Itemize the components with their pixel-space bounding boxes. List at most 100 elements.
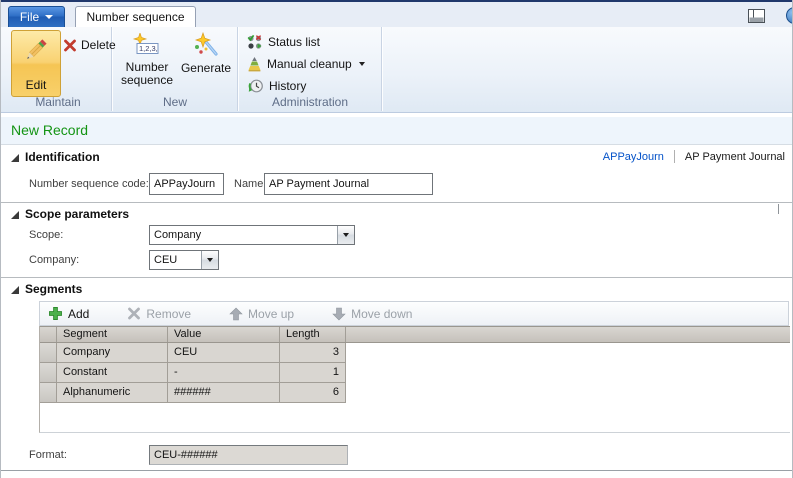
move-down-button[interactable]: Move down <box>332 307 412 321</box>
help-icon[interactable] <box>786 7 793 24</box>
company-dropdown-value: CEU <box>150 254 201 266</box>
column-header-filler <box>346 327 790 342</box>
ribbon-group-administration: Status list Manual cleanup <box>239 27 382 111</box>
section-title-segments: Segments <box>25 282 82 296</box>
number-sequence-window: File Number sequence <box>0 0 793 478</box>
scope-dropdown[interactable]: Company <box>149 225 355 245</box>
segments-toolbar: Add Remove Move up <box>39 301 789 326</box>
row-selector[interactable] <box>40 383 57 403</box>
add-plus-icon <box>48 306 63 321</box>
row-selector[interactable] <box>40 343 57 363</box>
new-record-text: New Record <box>11 122 88 138</box>
row-selector[interactable] <box>40 363 57 383</box>
generate-button-label: Generate <box>181 62 231 75</box>
ribbon: Edit Delete Maintain 1,2,3, <box>1 27 792 113</box>
window-layout-icon[interactable] <box>748 9 765 23</box>
file-menu-button[interactable]: File <box>8 6 65 28</box>
remove-x-icon <box>127 307 141 320</box>
delete-button[interactable]: Delete <box>63 36 116 54</box>
number-sequence-code-label: Number sequence code: <box>29 173 149 195</box>
remove-button[interactable]: Remove <box>127 307 191 321</box>
delete-x-icon <box>63 39 77 52</box>
add-button-label: Add <box>68 307 89 321</box>
edit-button[interactable]: Edit <box>11 30 61 97</box>
cell-value[interactable]: CEU <box>168 343 280 363</box>
status-list-button[interactable]: Status list <box>247 33 320 51</box>
chevron-down-icon <box>359 62 365 66</box>
section-separator <box>1 277 792 278</box>
section-header-scope: Scope parameters <box>1 206 792 224</box>
group-label-new: New <box>113 95 237 109</box>
form-bottom-border <box>1 470 792 471</box>
divider <box>674 150 675 163</box>
delete-button-label: Delete <box>81 38 116 52</box>
segments-grid-header: Segment Value Length <box>40 326 790 343</box>
number-sequence-icon: 1,2,3, <box>132 33 162 58</box>
format-field: CEU-###### <box>149 445 348 465</box>
form-body: New Record Identification APPayJourn AP … <box>1 113 792 478</box>
tab-number-sequence[interactable]: Number sequence <box>75 6 196 29</box>
record-name-text: AP Payment Journal <box>685 151 785 163</box>
ribbon-group-maintain: Edit Delete Maintain <box>5 27 112 111</box>
history-button[interactable]: History <box>247 77 306 95</box>
move-up-button[interactable]: Move up <box>229 307 294 321</box>
group-label-maintain: Maintain <box>5 95 111 109</box>
name-input[interactable]: AP Payment Journal <box>264 173 433 195</box>
record-code-link[interactable]: APPayJourn <box>603 151 664 163</box>
manual-cleanup-button[interactable]: Manual cleanup <box>247 55 365 73</box>
company-dropdown[interactable]: CEU <box>149 250 219 270</box>
group-label-administration: Administration <box>239 95 381 109</box>
table-row: Company CEU 3 <box>40 343 348 363</box>
column-header-value: Value <box>168 327 280 342</box>
chevron-down-icon <box>45 15 53 19</box>
svg-text:1,2,3,: 1,2,3, <box>139 44 158 53</box>
history-clock-icon <box>247 78 264 94</box>
section-header-segments: Segments <box>1 281 792 299</box>
tab-strip: File Number sequence <box>1 0 792 27</box>
dropdown-arrow-icon[interactable] <box>201 251 218 269</box>
section-separator <box>1 202 792 203</box>
segments-grid: Segment Value Length Company CEU 3 Const… <box>39 326 790 433</box>
generate-button[interactable]: Generate <box>177 29 235 101</box>
pencil-icon <box>23 36 49 66</box>
move-up-button-label: Move up <box>248 307 294 321</box>
cell-value[interactable]: - <box>168 363 280 383</box>
format-label: Format: <box>29 445 67 465</box>
company-label: Company: <box>29 250 79 270</box>
section-title-identification: Identification <box>25 150 100 164</box>
cell-length[interactable]: 6 <box>280 383 346 403</box>
cell-segment[interactable]: Company <box>57 343 168 363</box>
number-sequence-code-input[interactable]: APPayJourn <box>149 173 224 195</box>
record-header: APPayJourn AP Payment Journal <box>603 150 785 163</box>
scope-label: Scope: <box>29 225 63 245</box>
scope-dropdown-value: Company <box>150 229 337 241</box>
remove-button-label: Remove <box>146 307 191 321</box>
expander-icon[interactable] <box>11 286 19 294</box>
move-down-icon <box>332 307 346 321</box>
status-list-icon <box>247 34 263 50</box>
expander-icon[interactable] <box>11 154 19 162</box>
history-label: History <box>269 79 306 93</box>
move-up-icon <box>229 307 243 321</box>
new-record-banner: New Record <box>1 117 792 145</box>
section-header-identification: Identification APPayJourn AP Payment Jou… <box>1 149 792 167</box>
move-down-button-label: Move down <box>351 307 412 321</box>
row-selector-header <box>40 327 57 342</box>
number-sequence-button[interactable]: 1,2,3, Number sequence <box>118 29 176 101</box>
ribbon-group-new: 1,2,3, Number sequence Generate <box>113 27 238 111</box>
dropdown-arrow-icon[interactable] <box>337 226 354 244</box>
expander-icon[interactable] <box>11 211 19 219</box>
manual-cleanup-icon <box>247 56 262 72</box>
cell-value[interactable]: ###### <box>168 383 280 403</box>
manual-cleanup-label: Manual cleanup <box>267 57 352 71</box>
cell-segment[interactable]: Alphanumeric <box>57 383 168 403</box>
column-header-length: Length <box>280 327 346 342</box>
cell-length[interactable]: 1 <box>280 363 346 383</box>
cell-segment[interactable]: Constant <box>57 363 168 383</box>
edit-button-label: Edit <box>26 78 47 92</box>
section-title-scope: Scope parameters <box>25 207 129 221</box>
number-sequence-button-label: Number sequence <box>118 61 176 87</box>
cell-length[interactable]: 3 <box>280 343 346 363</box>
add-button[interactable]: Add <box>48 306 89 321</box>
table-row: Alphanumeric ###### 6 <box>40 383 348 403</box>
